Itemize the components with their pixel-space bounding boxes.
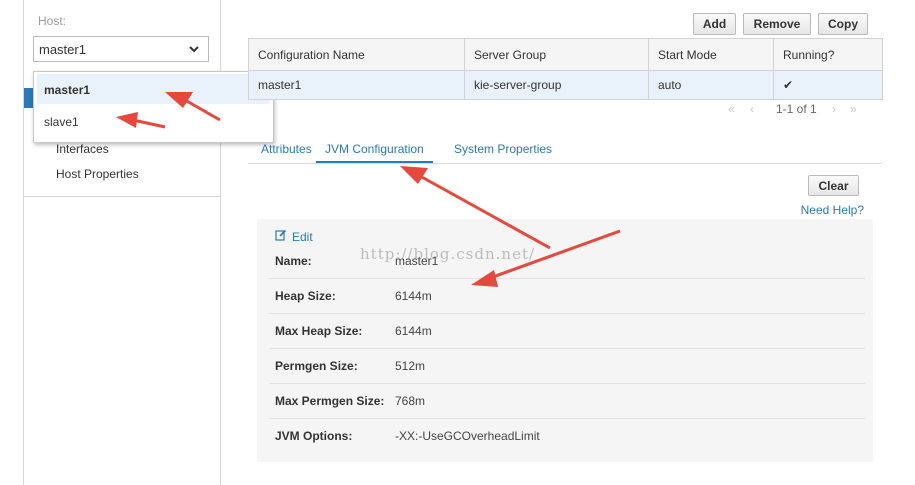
- cell-running-check-icon: ✔: [773, 70, 883, 100]
- host-option-master1[interactable]: master1: [37, 74, 270, 104]
- edit-icon: [275, 229, 287, 244]
- config-tabs: Attributes JVM Configuration System Prop…: [248, 138, 882, 164]
- column-header-running[interactable]: Running?: [773, 38, 883, 71]
- tab-system-properties[interactable]: System Properties: [454, 142, 552, 156]
- edit-label: Edit: [292, 229, 313, 244]
- arrowhead-jvm-tab: [400, 166, 428, 184]
- sidebar-divider: [24, 196, 220, 197]
- last-page-icon[interactable]: »: [850, 102, 857, 116]
- chevron-down-icon: [188, 41, 200, 60]
- attr-value: -XX:-UseGCOverheadLimit: [395, 429, 540, 443]
- tab-jvm-configuration[interactable]: JVM Configuration: [316, 142, 433, 163]
- jvm-attribute-row: JVM Options: -XX:-UseGCOverheadLimit: [269, 418, 865, 453]
- tab-attributes[interactable]: Attributes: [261, 142, 312, 156]
- table-pager: « ‹ 1-1 of 1 › »: [728, 102, 868, 118]
- jvm-attribute-row: Permgen Size: 512m: [269, 348, 865, 384]
- server-config-table: Configuration Name Server Group Start Mo…: [248, 38, 883, 100]
- first-page-icon[interactable]: «: [728, 102, 735, 116]
- clear-button[interactable]: Clear: [808, 175, 859, 196]
- remove-button[interactable]: Remove: [743, 13, 811, 35]
- host-dropdown-menu: master1 slave1: [33, 71, 274, 143]
- attr-key: Name:: [275, 254, 312, 268]
- attr-value: 768m: [395, 394, 426, 408]
- pager-text: 1-1 of 1: [776, 102, 817, 116]
- column-header-server-group[interactable]: Server Group: [464, 38, 649, 71]
- attr-key: Permgen Size:: [275, 359, 358, 373]
- jvm-attribute-row: Max Heap Size: 6144m: [269, 313, 865, 349]
- prev-page-icon[interactable]: ‹: [750, 102, 754, 116]
- add-button[interactable]: Add: [693, 13, 736, 35]
- attr-key: Heap Size:: [275, 289, 336, 303]
- cell-configuration-name: master1: [248, 70, 465, 100]
- host-option-label: master1: [44, 83, 91, 97]
- attr-value: 6144m: [395, 289, 432, 303]
- need-help-link[interactable]: Need Help?: [801, 203, 864, 217]
- copy-button[interactable]: Copy: [818, 13, 868, 35]
- table-header-row: Configuration Name Server Group Start Mo…: [248, 38, 883, 71]
- cell-server-group: kie-server-group: [464, 70, 649, 100]
- column-header-configuration-name[interactable]: Configuration Name: [248, 38, 465, 71]
- host-select-value: master1: [39, 42, 86, 57]
- watermark: http://blog.csdn.net/: [360, 245, 536, 263]
- jvm-config-panel: Edit Name: master1 Heap Size: 6144m Max …: [257, 219, 873, 462]
- host-option-slave1[interactable]: slave1: [37, 106, 270, 136]
- cell-start-mode: auto: [648, 70, 774, 100]
- column-header-start-mode[interactable]: Start Mode: [648, 38, 774, 71]
- host-label: Host:: [38, 14, 67, 28]
- sidebar-item-host-properties[interactable]: Host Properties: [56, 167, 139, 181]
- attr-value: 512m: [395, 359, 426, 373]
- table-row[interactable]: master1 kie-server-group auto ✔: [248, 70, 883, 100]
- attr-value: 6144m: [395, 324, 432, 338]
- attr-key: Max Permgen Size:: [275, 394, 385, 408]
- edit-link[interactable]: Edit: [275, 229, 313, 244]
- host-option-label: slave1: [44, 115, 79, 129]
- attr-key: JVM Options:: [275, 429, 353, 443]
- host-select[interactable]: master1: [33, 36, 209, 62]
- sidebar-item-interfaces[interactable]: Interfaces: [56, 142, 109, 156]
- jvm-attribute-row: Heap Size: 6144m: [269, 278, 865, 314]
- jvm-attribute-row: Max Permgen Size: 768m: [269, 383, 865, 419]
- jvm-attribute-row: Name: master1: [269, 243, 865, 279]
- attr-key: Max Heap Size:: [275, 324, 363, 338]
- next-page-icon[interactable]: ›: [832, 102, 836, 116]
